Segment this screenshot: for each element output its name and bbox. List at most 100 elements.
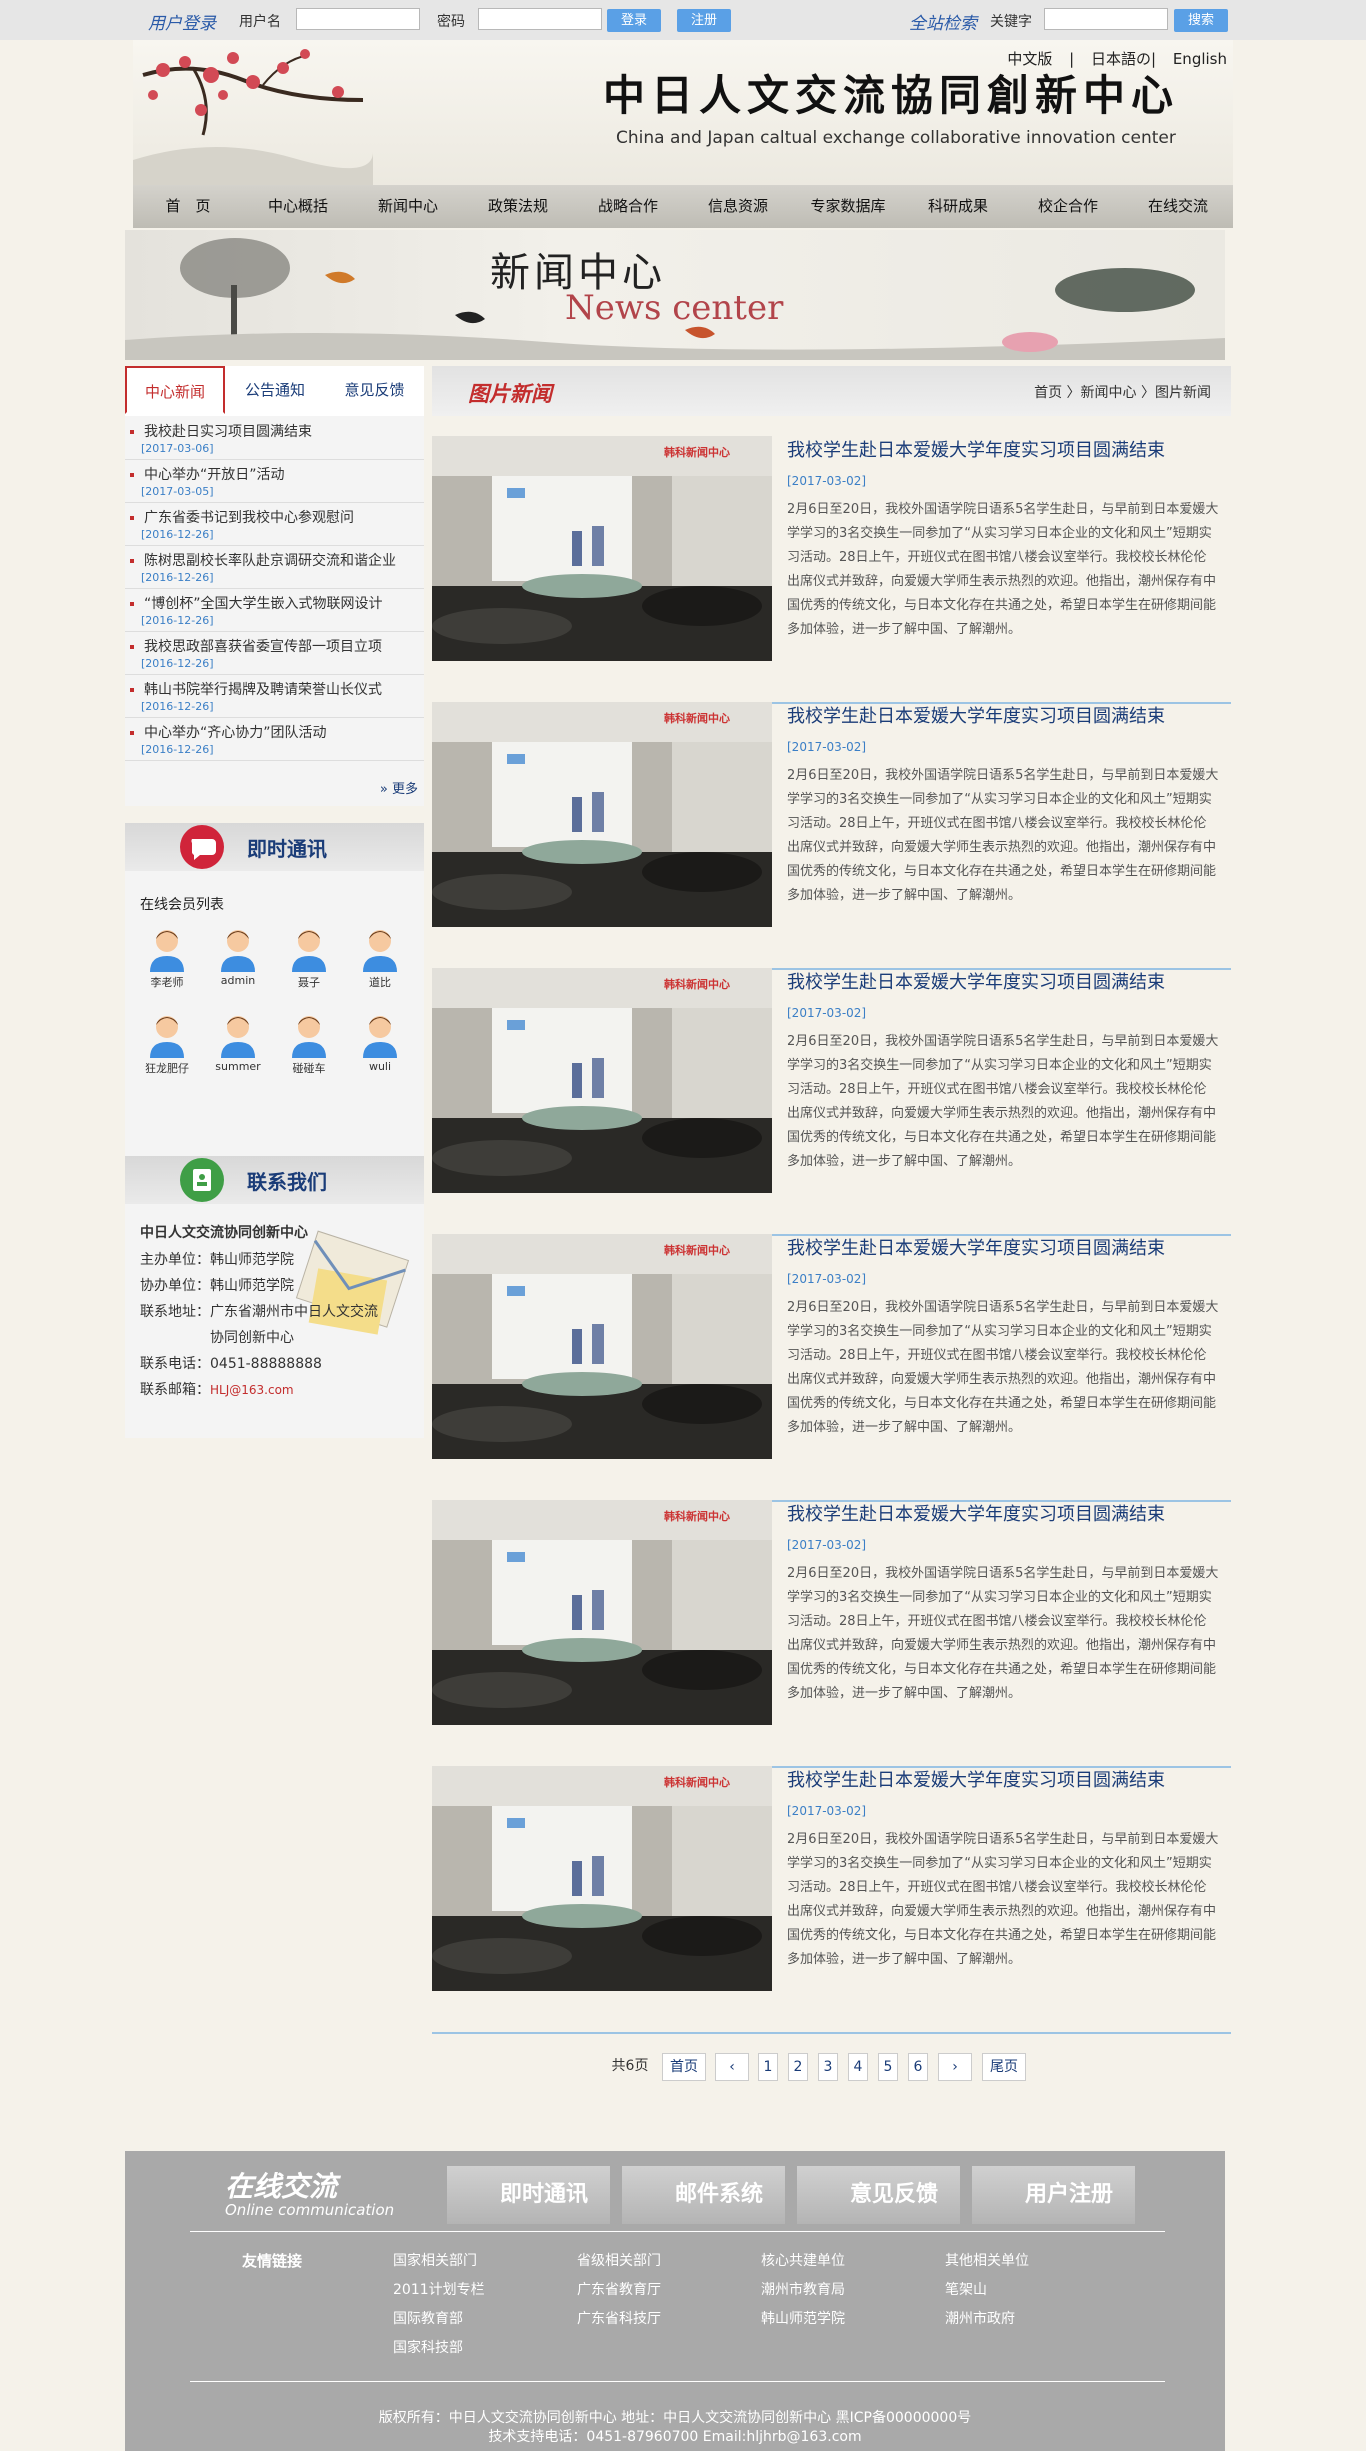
news-title[interactable]: 我校思政部喜获省委宣传部一项目立项: [144, 636, 382, 656]
news-title[interactable]: “博创杯”全国大学生嵌入式物联网设计: [144, 593, 383, 613]
nav-research-results[interactable]: 科研成果: [903, 185, 1013, 228]
friend-link[interactable]: 潮州市政府: [945, 2308, 1015, 2328]
nav-policies[interactable]: 政策法规: [463, 185, 573, 228]
article-photo[interactable]: 韩科新闻中心: [432, 1766, 772, 1991]
friend-link[interactable]: 国家相关部门: [393, 2250, 477, 2270]
nav-online-exchange[interactable]: 在线交流: [1123, 185, 1233, 228]
friend-links-label: 友情链接: [242, 2252, 303, 2270]
news-center-banner: 新闻中心 News center: [125, 230, 1225, 360]
tab-announcements[interactable]: 公告通知: [225, 366, 325, 414]
page-next[interactable]: ›: [938, 2053, 972, 2081]
friend-link[interactable]: 国家科技部: [393, 2337, 463, 2357]
tab-center-news[interactable]: 中心新闻: [125, 366, 225, 414]
news-title[interactable]: 广东省委书记到我校中心参观慰问: [144, 507, 354, 527]
list-item[interactable]: 韩山书院举行揭牌及聘请荣誉山长仪式 [2016-12-26]: [125, 674, 424, 718]
member-item[interactable]: summer: [208, 1012, 268, 1082]
member-item[interactable]: 道比: [350, 926, 410, 996]
footer-mail-system-button[interactable]: 邮件系统: [622, 2166, 785, 2224]
contact-email[interactable]: HLJ@163.com: [210, 1383, 294, 1397]
friend-link[interactable]: 国际教育部: [393, 2308, 463, 2328]
list-item[interactable]: 中心举办“齐心协力”团队活动 [2016-12-26]: [125, 717, 424, 761]
page-title: 图片新闻: [468, 382, 552, 406]
friend-link[interactable]: 核心共建单位: [761, 2250, 845, 2270]
photo-caption: 韩科新闻中心: [664, 978, 730, 991]
article-photo[interactable]: 韩科新闻中心: [432, 968, 772, 1193]
friend-link[interactable]: 韩山师范学院: [761, 2308, 845, 2328]
nav-school-enterprise[interactable]: 校企合作: [1013, 185, 1123, 228]
page-4[interactable]: 4: [848, 2053, 868, 2081]
friend-link[interactable]: 省级相关部门: [577, 2250, 661, 2270]
nav-information-resources[interactable]: 信息资源: [683, 185, 793, 228]
nav-news-center[interactable]: 新闻中心: [353, 185, 463, 228]
page-last[interactable]: 尾页: [982, 2053, 1026, 2081]
article-title[interactable]: 我校学生赴日本爱媛大学年度实习项目圆满结束: [787, 1766, 1165, 1792]
member-item[interactable]: 聂子: [279, 926, 339, 996]
nav-expert-database[interactable]: 专家数据库: [793, 185, 903, 228]
page-first[interactable]: 首页: [662, 2053, 706, 2081]
search-button[interactable]: 搜索: [1174, 9, 1228, 32]
friend-link[interactable]: 潮州市教育局: [761, 2279, 845, 2299]
friend-link[interactable]: 广东省科技厅: [577, 2308, 661, 2328]
article-photo[interactable]: 韩科新闻中心: [432, 436, 772, 661]
password-input[interactable]: [478, 8, 602, 30]
article-title[interactable]: 我校学生赴日本爱媛大学年度实习项目圆满结束: [787, 1234, 1165, 1260]
footer-instant-messaging-button[interactable]: 即时通讯: [447, 2166, 610, 2224]
bullet-icon: [130, 473, 134, 477]
news-title[interactable]: 陈树思副校长率队赴京调研交流和谐企业: [144, 550, 396, 570]
member-item[interactable]: wuli: [350, 1012, 410, 1082]
article-date: [2017-03-02]: [787, 1272, 867, 1286]
user-login-link[interactable]: 用户登录: [148, 9, 216, 34]
list-item[interactable]: 广东省委书记到我校中心参观慰问 [2016-12-26]: [125, 502, 424, 546]
footer-online-subtitle: Online communication: [225, 2201, 395, 2219]
article-title[interactable]: 我校学生赴日本爱媛大学年度实习项目圆满结束: [787, 968, 1165, 994]
news-title[interactable]: 中心举办“开放日”活动: [144, 464, 285, 484]
news-title[interactable]: 我校赴日实习项目圆满结束: [144, 421, 312, 441]
sidebar-tabs: 中心新闻 公告通知 意见反馈: [125, 366, 424, 418]
friend-link[interactable]: 广东省教育厅: [577, 2279, 661, 2299]
article-photo[interactable]: 韩科新闻中心: [432, 702, 772, 927]
breadcrumb[interactable]: 首页 〉新闻中心 〉图片新闻: [1034, 382, 1211, 402]
nav-center-overview[interactable]: 中心概括: [243, 185, 353, 228]
news-title[interactable]: 中心举办“齐心协力”团队活动: [144, 722, 327, 742]
list-item[interactable]: 我校思政部喜获省委宣传部一项目立项 [2016-12-26]: [125, 631, 424, 675]
article-title[interactable]: 我校学生赴日本爱媛大学年度实习项目圆满结束: [787, 702, 1165, 728]
member-item[interactable]: 碰碰车: [279, 1012, 339, 1082]
page-3[interactable]: 3: [818, 2053, 838, 2081]
lang-japanese[interactable]: 日本語の|: [1091, 50, 1156, 68]
page-2[interactable]: 2: [788, 2053, 808, 2081]
member-item[interactable]: admin: [208, 926, 268, 996]
friend-link[interactable]: 2011计划专栏: [393, 2279, 485, 2299]
page-6[interactable]: 6: [908, 2053, 928, 2081]
page-1[interactable]: 1: [758, 2053, 778, 2081]
news-title[interactable]: 韩山书院举行揭牌及聘请荣誉山长仪式: [144, 679, 382, 699]
list-item[interactable]: “博创杯”全国大学生嵌入式物联网设计 [2016-12-26]: [125, 588, 424, 632]
article-title[interactable]: 我校学生赴日本爱媛大学年度实习项目圆满结束: [787, 436, 1165, 462]
friend-link[interactable]: 笔架山: [945, 2279, 987, 2299]
nav-strategic-cooperation[interactable]: 战略合作: [573, 185, 683, 228]
list-item[interactable]: 陈树思副校长率队赴京调研交流和谐企业 [2016-12-26]: [125, 545, 424, 589]
lang-english[interactable]: English: [1173, 50, 1227, 68]
friend-link[interactable]: 其他相关单位: [945, 2250, 1029, 2270]
page-5[interactable]: 5: [878, 2053, 898, 2081]
nav-home[interactable]: 首 页: [133, 185, 243, 228]
page-prev[interactable]: ‹: [715, 2053, 749, 2081]
list-item[interactable]: 中心举办“开放日”活动 [2017-03-05]: [125, 459, 424, 503]
lang-chinese[interactable]: 中文版: [1007, 50, 1052, 68]
more-link[interactable]: » 更多: [380, 778, 418, 797]
username-input[interactable]: [296, 8, 420, 30]
article-photo[interactable]: 韩科新闻中心: [432, 1500, 772, 1725]
main-nav: 首 页 中心概括 新闻中心 政策法规 战略合作 信息资源 专家数据库 科研成果 …: [133, 185, 1233, 228]
list-item[interactable]: 我校赴日实习项目圆满结束 [2017-03-06]: [125, 416, 424, 460]
keyword-input[interactable]: [1044, 8, 1168, 30]
tab-feedback[interactable]: 意见反馈: [325, 366, 424, 414]
bullet-icon: [130, 688, 134, 692]
member-item[interactable]: 狂龙肥仔: [137, 1012, 197, 1082]
footer-register-button[interactable]: 用户注册: [972, 2166, 1135, 2224]
login-button[interactable]: 登录: [607, 9, 661, 32]
register-button[interactable]: 注册: [677, 9, 731, 32]
footer-feedback-button[interactable]: 意见反馈: [797, 2166, 960, 2224]
member-item[interactable]: 李老师: [137, 926, 197, 996]
article-date: [2017-03-02]: [787, 1006, 867, 1020]
article-title[interactable]: 我校学生赴日本爱媛大学年度实习项目圆满结束: [787, 1500, 1165, 1526]
article-photo[interactable]: 韩科新闻中心: [432, 1234, 772, 1459]
